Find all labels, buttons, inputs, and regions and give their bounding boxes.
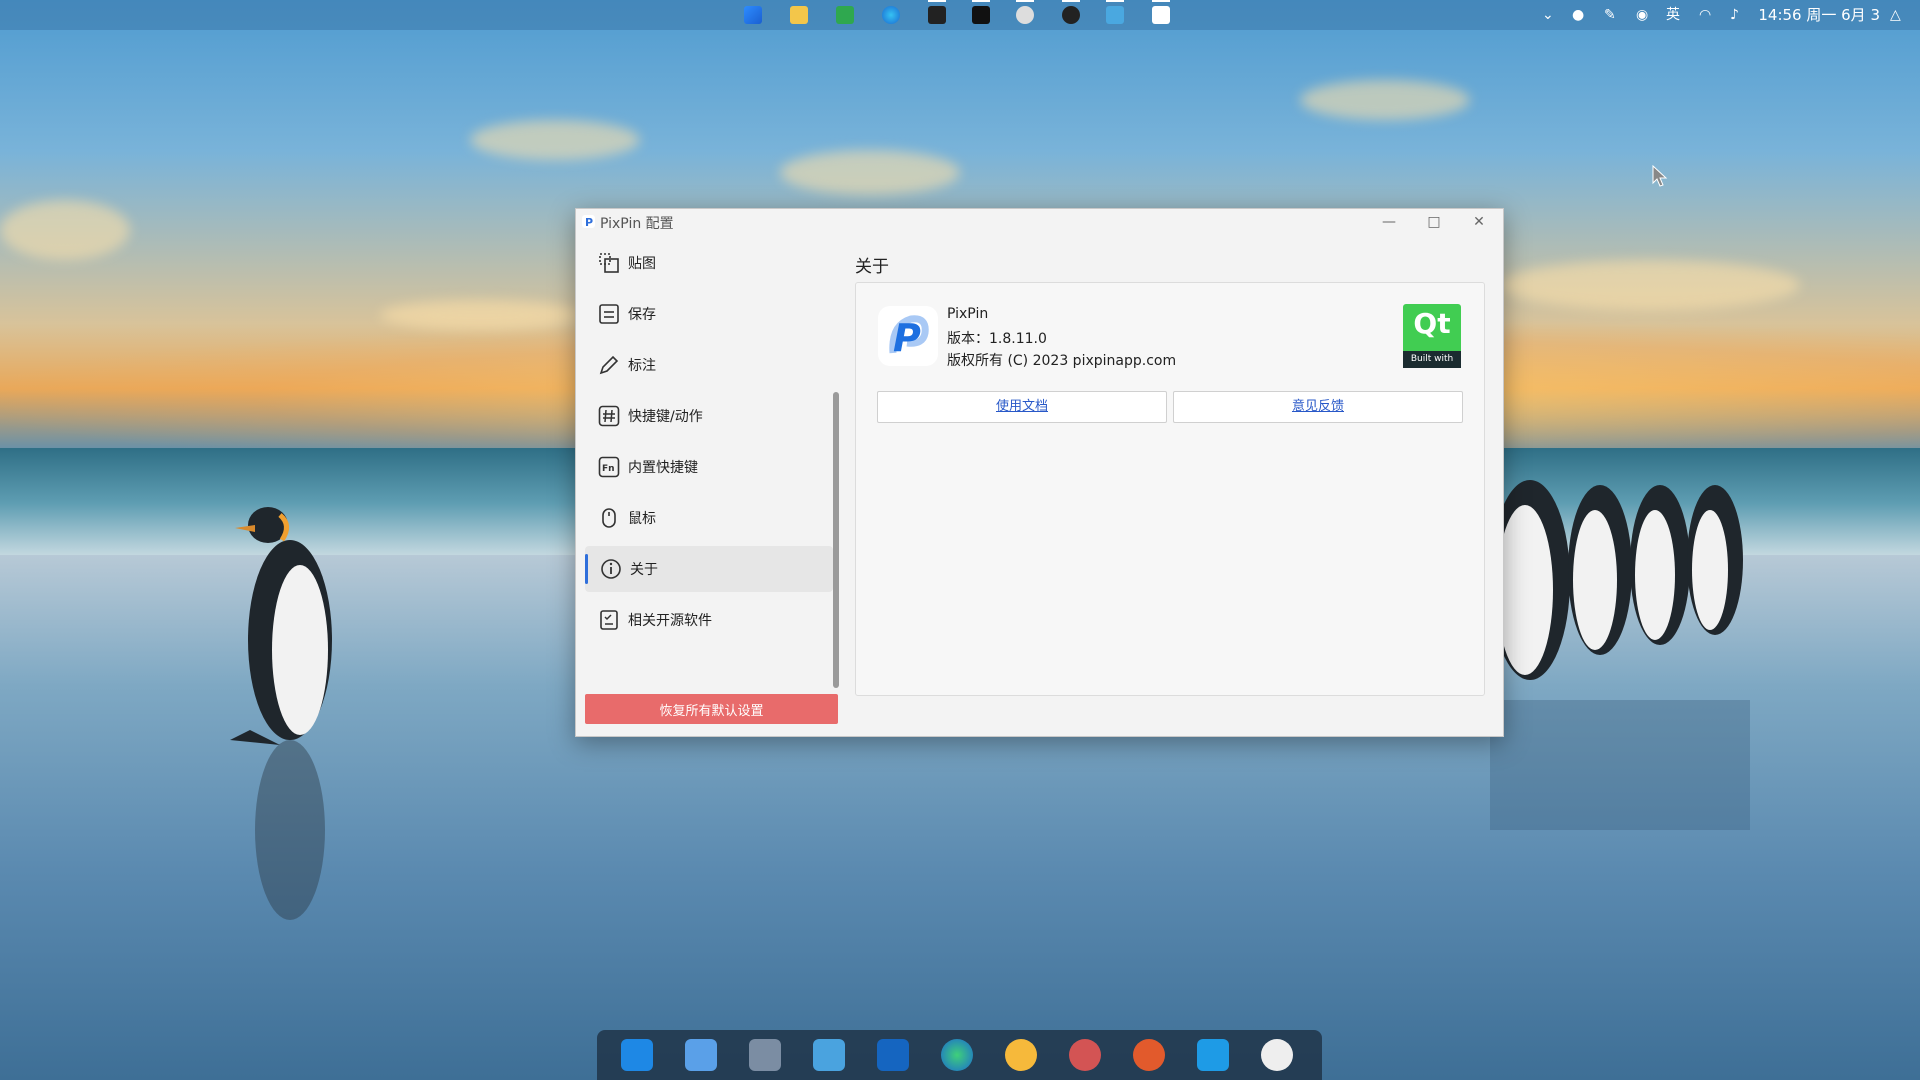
fn-key-icon: Fn bbox=[597, 455, 621, 479]
checklist-icon bbox=[597, 608, 621, 632]
background-cloud bbox=[470, 120, 640, 160]
pixpin-app-logo-icon: P bbox=[878, 306, 938, 366]
volume-icon[interactable]: ♪ bbox=[1730, 6, 1739, 24]
tiktok-icon[interactable] bbox=[972, 6, 990, 24]
edge-icon[interactable] bbox=[941, 1039, 973, 1071]
app-version: 版本：1.8.11.0 bbox=[947, 331, 1047, 347]
feedback-link-button[interactable]: 意见反馈 bbox=[1173, 391, 1463, 423]
save-icon bbox=[597, 302, 621, 326]
music-icon[interactable] bbox=[1069, 1039, 1101, 1071]
pen-tray-icon[interactable]: ✎ bbox=[1604, 6, 1616, 24]
penguin-group bbox=[1490, 480, 1750, 830]
penguin-left bbox=[230, 507, 332, 920]
sidebar-item-shortcuts[interactable]: 快捷键/动作 bbox=[585, 393, 833, 439]
qt-built-with-label: Built with bbox=[1403, 351, 1461, 368]
edge-icon[interactable] bbox=[882, 6, 900, 24]
power-tray-icon[interactable]: ◉ bbox=[1636, 6, 1648, 24]
obs-icon[interactable] bbox=[1062, 6, 1080, 24]
background-cloud bbox=[780, 150, 960, 195]
app-dark-icon[interactable] bbox=[928, 6, 946, 24]
active-indicator bbox=[1016, 0, 1034, 2]
docs-link-button[interactable]: 使用文档 bbox=[877, 391, 1167, 423]
window-title: PixPin 配置 bbox=[600, 216, 674, 232]
security-shield-icon[interactable] bbox=[877, 1039, 909, 1071]
sidebar-item-builtin-shortcuts[interactable]: Fn 内置快捷键 bbox=[585, 444, 833, 490]
chevron-down-icon[interactable]: ⌄ bbox=[1542, 6, 1554, 24]
clock-icon[interactable] bbox=[1261, 1039, 1293, 1071]
pixpin-icon[interactable] bbox=[1152, 6, 1170, 24]
sidebar-item-label: 鼠标 bbox=[628, 511, 656, 527]
active-indicator bbox=[928, 0, 946, 2]
hash-icon bbox=[597, 404, 621, 428]
sidebar-item-label: 快捷键/动作 bbox=[628, 409, 703, 425]
sidebar-item-label: 贴图 bbox=[628, 256, 656, 272]
sidebar-item-open-source[interactable]: 相关开源软件 bbox=[585, 597, 833, 643]
ime-indicator[interactable]: 英 bbox=[1666, 6, 1680, 24]
app-green-icon[interactable] bbox=[836, 6, 854, 24]
title-bar[interactable]: P PixPin 配置 — □ ✕ bbox=[576, 209, 1503, 234]
info-icon bbox=[599, 557, 623, 581]
skype-icon[interactable] bbox=[1197, 1039, 1229, 1071]
media-player-icon[interactable] bbox=[1133, 1039, 1165, 1071]
sidebar-item-annotate[interactable]: 标注 bbox=[585, 342, 833, 388]
pencil-icon bbox=[597, 353, 621, 377]
reset-defaults-button[interactable]: 恢复所有默认设置 bbox=[585, 694, 838, 724]
qt-logo-text: Qt bbox=[1413, 307, 1451, 340]
sidebar-item-pin[interactable]: 贴图 bbox=[585, 240, 833, 286]
app-disc-icon[interactable] bbox=[1016, 6, 1034, 24]
windows-start-icon[interactable] bbox=[744, 6, 762, 24]
bottom-dock bbox=[597, 1030, 1322, 1080]
clock-date[interactable]: 14:56 周一 6月 3 bbox=[1758, 5, 1880, 25]
svg-text:P: P bbox=[893, 316, 921, 360]
pin-image-icon bbox=[597, 251, 621, 275]
background-cloud bbox=[380, 300, 580, 330]
sidebar-item-label: 保存 bbox=[628, 307, 656, 323]
active-indicator bbox=[1106, 0, 1124, 2]
sidebar-item-mouse[interactable]: 鼠标 bbox=[585, 495, 833, 541]
built-with-qt-badge: Qt Built with bbox=[1403, 304, 1461, 368]
sidebar-item-label: 内置快捷键 bbox=[628, 460, 698, 476]
sidebar-item-label: 标注 bbox=[628, 358, 656, 374]
sidebar-scrollbar[interactable] bbox=[833, 392, 839, 688]
file-explorer-icon[interactable] bbox=[790, 6, 808, 24]
wifi-icon[interactable]: ◠ bbox=[1699, 6, 1711, 24]
sidebar-item-save[interactable]: 保存 bbox=[585, 291, 833, 337]
mouse-icon bbox=[597, 506, 621, 530]
pixpin-logo-icon: P bbox=[582, 215, 595, 228]
background-cloud bbox=[1500, 260, 1800, 310]
obs-tray-icon[interactable]: ● bbox=[1572, 6, 1584, 24]
mail-icon[interactable] bbox=[621, 1039, 653, 1071]
sidebar-item-label: 相关开源软件 bbox=[628, 613, 712, 629]
sidebar: 贴图 保存 标注 快捷键/动作 Fn 内置快捷键 鼠标 关于 相关开源软件 bbox=[585, 240, 841, 680]
calculator-icon[interactable] bbox=[749, 1039, 781, 1071]
app-name: PixPin bbox=[947, 306, 989, 322]
active-indicator bbox=[585, 554, 588, 584]
notification-bell-icon[interactable]: △ bbox=[1890, 6, 1901, 24]
active-indicator bbox=[1062, 0, 1080, 2]
minimize-button[interactable]: — bbox=[1379, 212, 1399, 232]
active-indicator bbox=[972, 0, 990, 2]
background-cloud bbox=[1300, 80, 1470, 120]
app-screen-icon[interactable] bbox=[1106, 6, 1124, 24]
top-taskbar: ⌄ ● ✎ ◉ 英 ◠ ♪ 14:56 周一 6月 3 △ bbox=[0, 0, 1920, 30]
mouse-cursor-icon bbox=[1652, 165, 1668, 187]
sidebar-item-about[interactable]: 关于 bbox=[585, 546, 833, 592]
page-title: 关于 bbox=[855, 257, 889, 277]
close-button[interactable]: ✕ bbox=[1469, 212, 1489, 232]
weather-icon[interactable] bbox=[1005, 1039, 1037, 1071]
active-indicator bbox=[1152, 0, 1170, 2]
sidebar-item-label: 关于 bbox=[630, 562, 658, 578]
desktop-icon[interactable] bbox=[813, 1039, 845, 1071]
app-copyright: 版权所有 (C) 2023 pixpinapp.com bbox=[947, 353, 1177, 369]
svg-text:Fn: Fn bbox=[602, 464, 615, 474]
svg-text:P: P bbox=[585, 216, 593, 228]
maximize-button[interactable]: □ bbox=[1424, 212, 1444, 232]
notepad-icon[interactable] bbox=[685, 1039, 717, 1071]
background-cloud bbox=[0, 200, 130, 260]
